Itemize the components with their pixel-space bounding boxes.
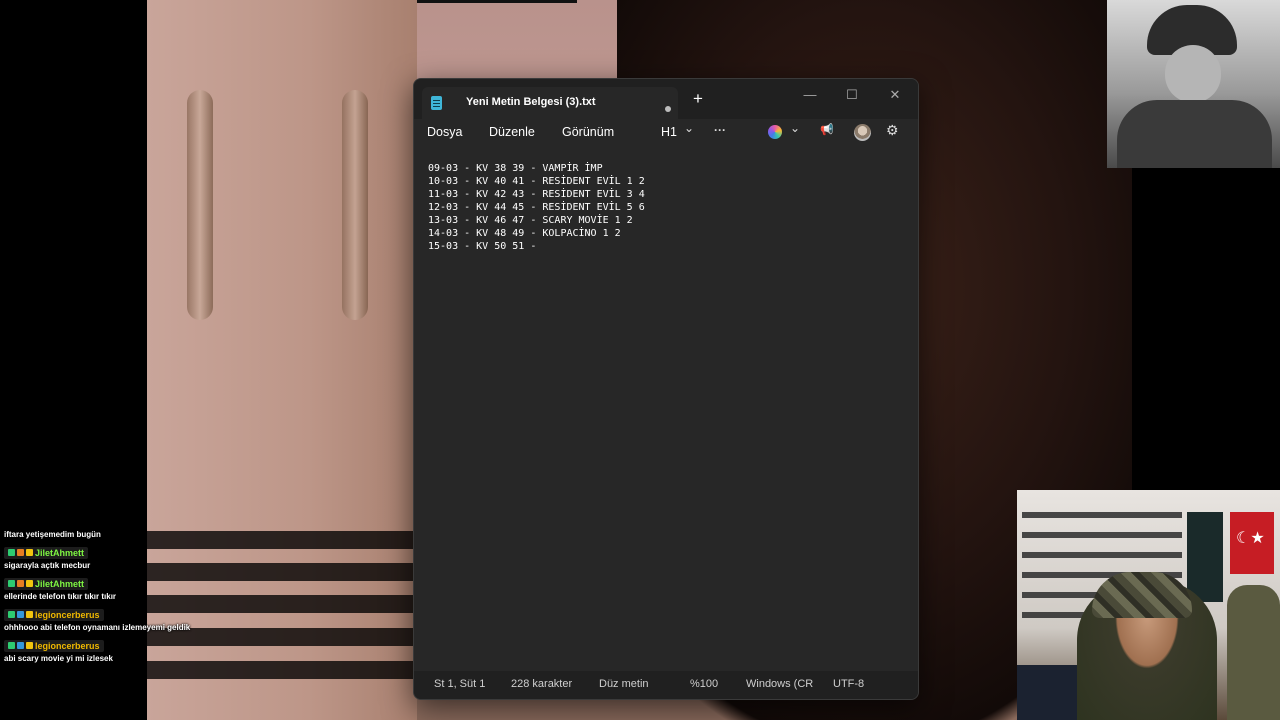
document-tab[interactable]: Yeni Metin Belgesi (3).txt — [422, 87, 678, 119]
chat-message: JiletAhmett sigarayla açtık mecbur — [4, 543, 224, 570]
verified-badge-icon — [8, 580, 15, 587]
verified-badge-icon — [8, 549, 15, 556]
portrait-face — [1165, 45, 1221, 103]
portrait-uniform — [1117, 100, 1272, 168]
chat-message-text: ohhhooo abi telefon oynamanı izlemeyemi … — [4, 623, 191, 632]
copilot-icon[interactable] — [768, 125, 782, 139]
chat-username: legioncerberus — [35, 640, 100, 651]
menu-bar: Dosya Düzenle Görünüm H1 ⌄ ··· ⌄ 📢 ⚙ — [414, 119, 918, 147]
chat-message: JiletAhmett ellerinde telefon tıkır tıkı… — [4, 574, 224, 601]
chat-username: JiletAhmett — [35, 547, 85, 558]
chat-username-pill[interactable]: JiletAhmett — [4, 546, 89, 559]
tab-title: Yeni Metin Belgesi (3).txt — [466, 96, 596, 108]
portrait-overlay — [1107, 0, 1280, 168]
notepad-window: Yeni Metin Belgesi (3).txt + — ☐ ✕ Dosya… — [413, 78, 919, 700]
notepad-icon — [431, 96, 442, 110]
minimize-button[interactable]: — — [795, 83, 825, 107]
chat-username-pill[interactable]: JiletAhmett — [4, 577, 89, 590]
zoom-level[interactable]: %100 — [690, 678, 718, 690]
chat-overlay: iftara yetişemedim bugün JiletAhmett sig… — [4, 530, 224, 667]
user-avatar[interactable] — [854, 124, 871, 141]
sub-badge-icon — [26, 549, 33, 556]
bits-badge-icon — [17, 580, 24, 587]
sub-badge-icon — [26, 611, 33, 618]
text-line: 13-03 - KV 46 47 - SCARY MOVİE 1 2 — [428, 215, 633, 226]
webcam-dark-flag — [1187, 512, 1223, 602]
door-handle-right — [342, 90, 368, 320]
prime-badge-icon — [17, 642, 24, 649]
text-line: 15-03 - KV 50 51 - — [428, 241, 537, 252]
settings-icon[interactable]: ⚙ — [886, 122, 899, 139]
text-line: 14-03 - KV 48 49 - KOLPACİNO 1 2 — [428, 228, 621, 239]
line-ending[interactable]: Windows (CR — [746, 678, 813, 690]
cursor-position: St 1, Süt 1 — [434, 678, 486, 690]
prime-badge-icon — [17, 611, 24, 618]
heading-dropdown[interactable]: H1 — [661, 125, 677, 139]
webcam-mannequin — [1227, 585, 1280, 720]
webcam-turkish-flag — [1230, 512, 1274, 574]
chat-message-text: iftara yetişemedim bugün — [4, 530, 101, 539]
chat-message-text: abi scary movie yi mi izlesek — [4, 654, 113, 663]
status-bar: St 1, Süt 1 228 karakter Düz metin %100 … — [414, 671, 918, 699]
title-bar[interactable]: Yeni Metin Belgesi (3).txt + — ☐ ✕ — [414, 79, 918, 119]
sub-badge-icon — [26, 642, 33, 649]
chat-message: legioncerberus ohhhooo abi telefon oynam… — [4, 605, 224, 632]
sub-badge-icon — [26, 580, 33, 587]
door-handle-left — [187, 90, 213, 320]
chat-message-text: ellerinde telefon tıkır tıkır tıkır — [4, 592, 117, 601]
text-format[interactable]: Düz metin — [599, 678, 649, 690]
unsaved-dot-icon[interactable] — [665, 106, 671, 112]
chat-message-text: sigarayla açtık mecbur — [4, 561, 91, 570]
more-options-button[interactable]: ··· — [714, 123, 726, 137]
chat-username-pill[interactable]: legioncerberus — [4, 639, 104, 652]
text-line: 11-03 - KV 42 43 - RESİDENT EVİL 3 4 — [428, 189, 645, 200]
verified-badge-icon — [8, 642, 15, 649]
menu-edit[interactable]: Düzenle — [489, 125, 535, 139]
new-tab-button[interactable]: + — [693, 90, 703, 108]
chat-username: JiletAhmett — [35, 578, 85, 589]
verified-badge-icon — [8, 611, 15, 618]
chat-message: iftara yetişemedim bugün — [4, 530, 224, 539]
encoding[interactable]: UTF-8 — [833, 678, 864, 690]
text-line: 09-03 - KV 38 39 - VAMPİR İMP — [428, 163, 603, 174]
chat-message: legioncerberus abi scary movie yi mi izl… — [4, 636, 224, 663]
chevron-down-icon[interactable]: ⌄ — [790, 121, 800, 135]
chevron-down-icon[interactable]: ⌄ — [684, 121, 694, 135]
menu-view[interactable]: Görünüm — [562, 125, 614, 139]
chat-username: legioncerberus — [35, 609, 100, 620]
menu-file[interactable]: Dosya — [427, 125, 462, 139]
character-count: 228 karakter — [511, 678, 573, 690]
close-button[interactable]: ✕ — [880, 83, 910, 107]
announcement-icon[interactable]: 📢 — [820, 123, 834, 136]
maximize-button[interactable]: ☐ — [837, 83, 867, 107]
webcam-shelf — [1017, 665, 1077, 720]
text-line: 10-03 - KV 40 41 - RESİDENT EVİL 1 2 — [428, 176, 645, 187]
text-line: 12-03 - KV 44 45 - RESİDENT EVİL 5 6 — [428, 202, 645, 213]
webcam-overlay — [1017, 490, 1280, 720]
bits-badge-icon — [17, 549, 24, 556]
text-editor[interactable]: 09-03 - KV 38 39 - VAMPİR İMP 10-03 - KV… — [414, 147, 918, 669]
chat-username-pill[interactable]: legioncerberus — [4, 608, 104, 621]
